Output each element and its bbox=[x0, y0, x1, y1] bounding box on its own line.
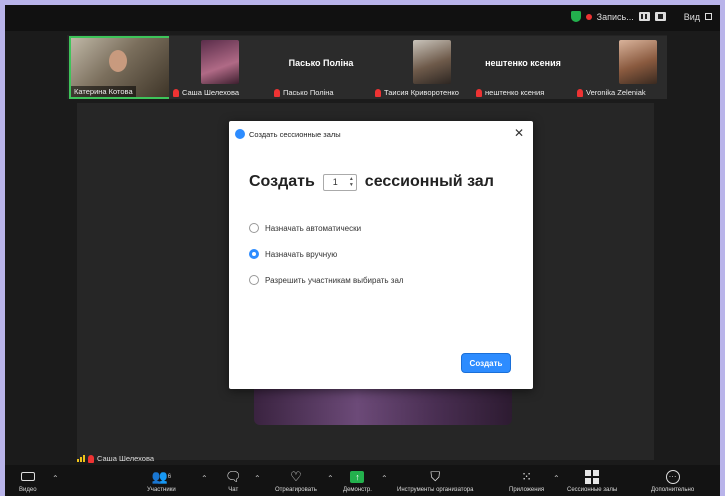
pause-recording-icon[interactable] bbox=[638, 12, 650, 21]
participants-icon: 👥 bbox=[151, 468, 168, 484]
speaker-label: Саша Шелехова bbox=[77, 454, 154, 463]
participants-button[interactable]: 👥 6 Участники bbox=[147, 468, 176, 494]
apps-icon: ⁙ bbox=[521, 468, 532, 484]
radio-button[interactable] bbox=[249, 275, 259, 285]
stepper-arrows-icon[interactable]: ▲ ▼ bbox=[349, 176, 354, 188]
radio-button-selected[interactable] bbox=[249, 249, 259, 259]
create-button[interactable]: Создать bbox=[461, 353, 511, 373]
option-assign-automatically[interactable]: Назначать автоматически bbox=[249, 215, 404, 241]
video-button[interactable]: Видео bbox=[19, 469, 37, 493]
heart-icon: ♡ bbox=[290, 468, 302, 484]
more-icon: ··· bbox=[665, 469, 680, 484]
create-suffix-text: сессионный зал bbox=[364, 173, 494, 190]
chat-icon: 🗨 bbox=[225, 468, 242, 484]
participant-name: Саша Шелехова bbox=[173, 88, 239, 97]
shield-icon: ⛉ bbox=[430, 468, 441, 484]
apps-options-caret-icon[interactable]: ⌃ bbox=[553, 474, 560, 483]
dialog-title: Создать сессионные залы bbox=[249, 129, 341, 139]
breakout-rooms-button[interactable]: Сессионные залы bbox=[567, 469, 617, 493]
dialog-header: Создать сессионные залы bbox=[235, 129, 341, 139]
security-shield-icon[interactable] bbox=[570, 11, 581, 22]
zoom-window: Запись... Вид Катерина Котова Саша Шелех… bbox=[5, 5, 720, 496]
mic-muted-icon bbox=[88, 454, 94, 463]
stop-recording-icon[interactable] bbox=[654, 12, 666, 21]
participant-big-name: нештенко ксения bbox=[485, 58, 561, 68]
share-options-caret-icon[interactable]: ⌃ bbox=[381, 474, 388, 483]
share-screen-icon: ↑ bbox=[350, 470, 365, 483]
breakout-rooms-icon bbox=[585, 469, 600, 484]
reactions-options-caret-icon[interactable]: ⌃ bbox=[327, 474, 334, 483]
participants-options-caret-icon[interactable]: ⌃ bbox=[201, 474, 208, 483]
create-breakout-rooms-dialog: Создать сессионные залы ✕ Создать 1 ▲ ▼ с… bbox=[229, 121, 533, 389]
participant-tile[interactable]: нештенко ксения нештенко ксения bbox=[472, 36, 574, 99]
participant-tile[interactable]: Veronika Zeleniak bbox=[573, 36, 667, 99]
host-tools-button[interactable]: ⛉ Инструменты организатора bbox=[397, 468, 473, 494]
mic-muted-icon bbox=[173, 88, 179, 97]
option-label: Назначать автоматически bbox=[265, 223, 362, 233]
assignment-options: Назначать автоматически Назначать вручну… bbox=[249, 215, 404, 293]
option-label: Разрешить участникам выбирать зал bbox=[265, 275, 404, 285]
video-options-caret-icon[interactable]: ⌃ bbox=[52, 474, 59, 483]
option-let-participants-choose[interactable]: Разрешить участникам выбирать зал bbox=[249, 267, 404, 293]
participant-tile[interactable]: Пасько Поліна Пасько Поліна bbox=[270, 36, 372, 99]
room-count-value[interactable]: 1 bbox=[324, 177, 338, 187]
room-count-stepper[interactable]: 1 ▲ ▼ bbox=[322, 173, 357, 191]
zoom-logo-icon bbox=[235, 129, 245, 139]
radio-button[interactable] bbox=[249, 223, 259, 233]
participant-name: нештенко ксения bbox=[476, 88, 544, 97]
participant-photo bbox=[619, 40, 657, 84]
close-icon[interactable]: ✕ bbox=[514, 126, 524, 140]
recording-status: Запись... Вид bbox=[570, 11, 712, 22]
mic-muted-icon bbox=[274, 88, 280, 97]
participant-tile[interactable]: Таисия Криворотенко bbox=[371, 36, 473, 99]
recording-dot-icon bbox=[585, 13, 592, 20]
option-label: Назначать вручную bbox=[265, 249, 338, 259]
chat-options-caret-icon[interactable]: ⌃ bbox=[254, 474, 261, 483]
chat-button[interactable]: 🗨 Чат bbox=[225, 468, 242, 494]
view-label[interactable]: Вид bbox=[684, 12, 700, 22]
participant-photo bbox=[201, 40, 239, 84]
mic-muted-icon bbox=[375, 88, 381, 97]
camera-icon bbox=[20, 472, 35, 481]
participant-photo bbox=[413, 40, 451, 84]
participant-big-name: Пасько Поліна bbox=[288, 58, 354, 68]
participant-name: Катерина Котова bbox=[71, 86, 136, 97]
top-bar: Запись... Вид bbox=[5, 5, 720, 31]
create-prefix-text: Создать bbox=[249, 173, 315, 190]
apps-button[interactable]: ⁙ Приложения bbox=[509, 468, 544, 494]
participant-name: Таисия Криворотенко bbox=[375, 88, 459, 97]
recording-label: Запись... bbox=[596, 11, 634, 22]
option-assign-manually[interactable]: Назначать вручную bbox=[249, 241, 404, 267]
more-button[interactable]: ··· Дополнительно bbox=[651, 469, 694, 493]
participant-tile[interactable]: Саша Шелехова bbox=[169, 36, 271, 99]
meeting-toolbar: Видео ⌃ 👥 6 Участники ⌃ 🗨 Чат ⌃ ♡ Отреаги… bbox=[5, 465, 720, 496]
participant-name: Пасько Поліна bbox=[274, 88, 334, 97]
view-grid-icon[interactable] bbox=[705, 13, 712, 20]
audio-level-icon bbox=[77, 455, 85, 462]
participant-strip: Катерина Котова Саша Шелехова Пасько Пол… bbox=[67, 35, 667, 99]
mic-muted-icon bbox=[476, 88, 482, 97]
share-screen-button[interactable]: ↑ Демонстр. bbox=[343, 469, 372, 493]
speaker-name: Саша Шелехова bbox=[97, 454, 155, 463]
participant-name: Veronika Zeleniak bbox=[577, 88, 646, 97]
room-count-row: Создать 1 ▲ ▼ сессионный зал bbox=[249, 173, 494, 191]
mic-muted-icon bbox=[577, 88, 583, 97]
participant-tile[interactable]: Катерина Котова bbox=[69, 36, 171, 99]
reactions-button[interactable]: ♡ Отреагировать bbox=[275, 468, 317, 494]
